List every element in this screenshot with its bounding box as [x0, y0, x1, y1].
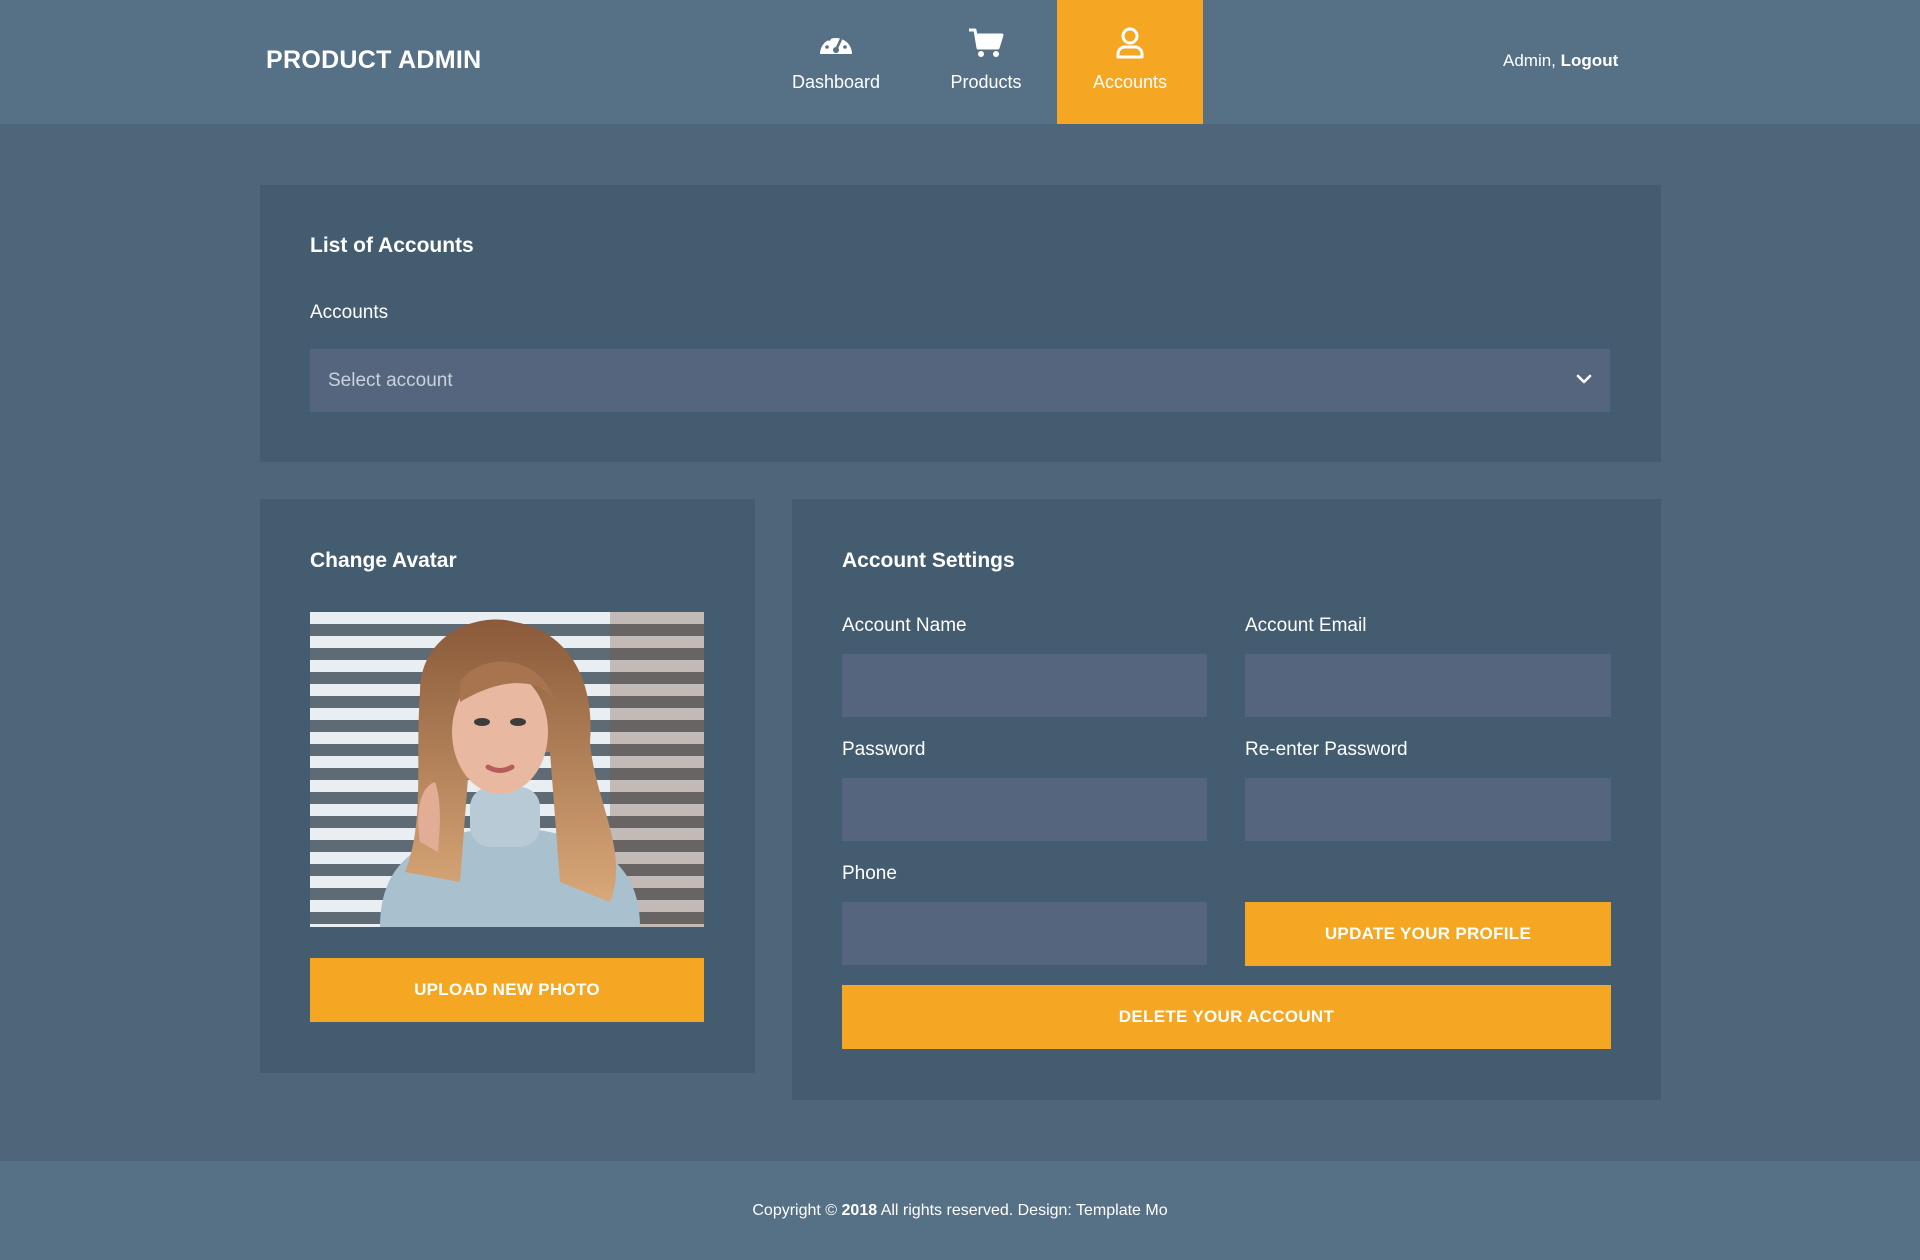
account-email-input[interactable]	[1245, 654, 1611, 717]
password-input[interactable]	[842, 778, 1207, 841]
nav-label-accounts: Accounts	[1092, 72, 1168, 92]
delete-account-button[interactable]: DELETE YOUR ACCOUNT	[842, 985, 1611, 1049]
brand-title[interactable]: PRODUCT ADMIN	[266, 46, 481, 75]
account-email-label: Account Email	[1245, 615, 1367, 636]
change-avatar-card: Change Avatar UPLOAD NEW PHOTO	[260, 499, 755, 1073]
top-navbar: PRODUCT ADMIN Dashboard Products Account…	[0, 0, 1920, 124]
account-name-label: Account Name	[842, 615, 967, 636]
account-settings-title: Account Settings	[842, 549, 1015, 572]
chevron-down-icon	[1576, 372, 1592, 390]
reenter-password-input[interactable]	[1245, 778, 1611, 841]
phone-input[interactable]	[842, 902, 1207, 965]
shopping-cart-icon	[968, 26, 1004, 60]
phone-label: Phone	[842, 863, 897, 884]
accounts-label: Accounts	[310, 302, 389, 323]
footer-year: 2018	[841, 1201, 878, 1219]
user-area: Admin, Logout	[1503, 51, 1618, 71]
user-icon	[1115, 26, 1145, 60]
nav-item-accounts[interactable]: Accounts	[1057, 0, 1203, 124]
account-name-input[interactable]	[842, 654, 1207, 717]
nav-item-dashboard[interactable]: Dashboard	[763, 0, 909, 124]
avatar-image	[310, 612, 704, 927]
account-select-placeholder: Select account	[328, 369, 453, 391]
footer-prefix: Copyright ©	[752, 1201, 838, 1219]
reenter-password-label: Re-enter Password	[1245, 739, 1408, 760]
accounts-list-title: List of Accounts	[310, 234, 474, 257]
user-name: Admin,	[1503, 51, 1556, 70]
upload-photo-button[interactable]: UPLOAD NEW PHOTO	[310, 958, 704, 1022]
dashboard-gauge-icon	[818, 26, 854, 60]
footer-suffix: All rights reserved. Design: Template Mo	[880, 1201, 1168, 1219]
account-settings-card: Account Settings Account Name Account Em…	[792, 499, 1661, 1100]
accounts-list-card: List of Accounts Accounts Select account	[260, 185, 1661, 462]
nav-item-products[interactable]: Products	[913, 0, 1059, 124]
update-profile-button[interactable]: UPDATE YOUR PROFILE	[1245, 902, 1611, 966]
footer-copyright: Copyright © 2018 All rights reserved. De…	[752, 1202, 1167, 1220]
nav-label-products: Products	[950, 72, 1022, 92]
nav-label-dashboard: Dashboard	[791, 72, 881, 92]
account-select[interactable]: Select account	[310, 349, 1610, 412]
password-label: Password	[842, 739, 926, 760]
footer: Copyright © 2018 All rights reserved. De…	[0, 1161, 1920, 1260]
logout-link[interactable]: Logout	[1561, 51, 1619, 70]
change-avatar-title: Change Avatar	[310, 549, 457, 572]
